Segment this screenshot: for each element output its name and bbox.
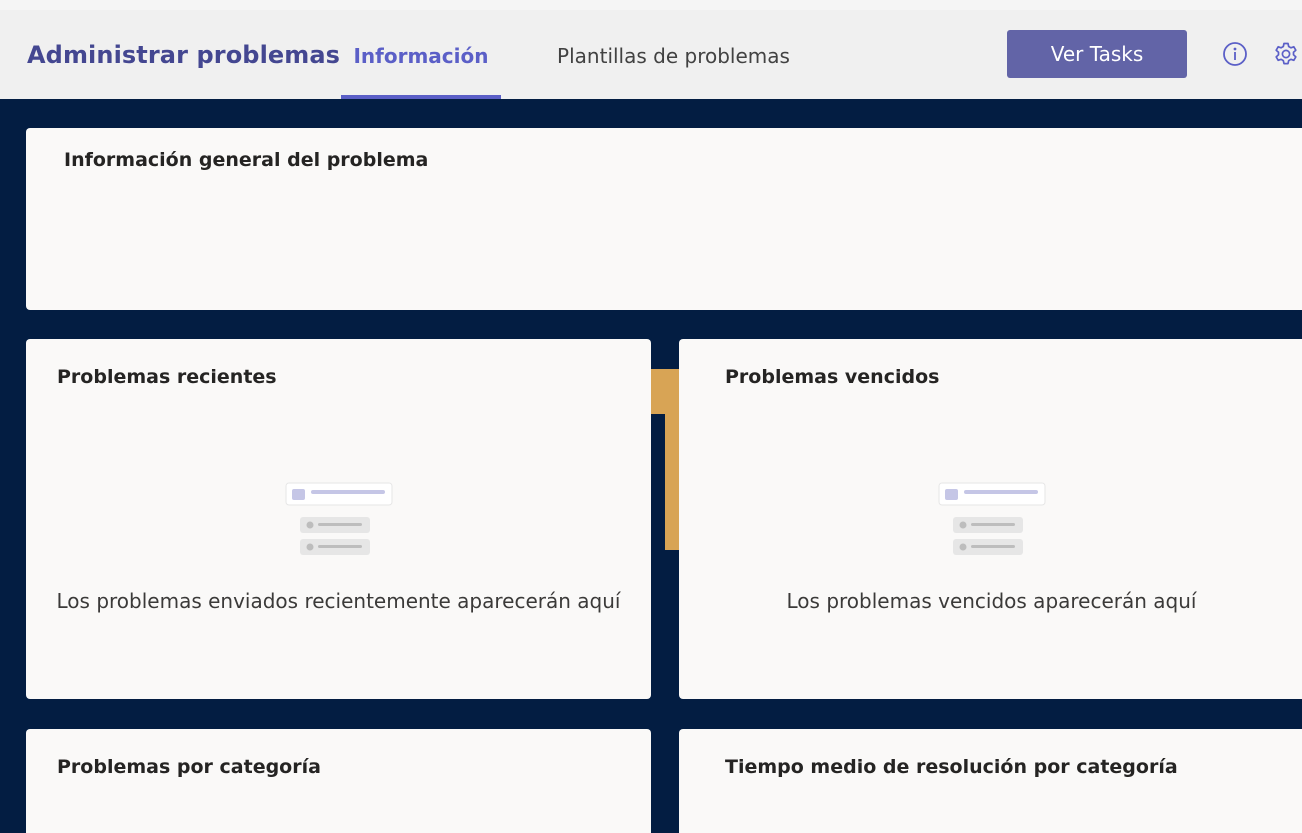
info-button[interactable] [1221, 40, 1249, 68]
tab-information[interactable]: Información [341, 10, 501, 99]
gear-icon [1275, 42, 1297, 65]
overdue-issues-card: Problemas vencidos Los problemas vencido… [679, 339, 1302, 699]
tab-issue-templates-label: Plantillas de problemas [557, 43, 790, 68]
empty-state-message: Los problemas vencidos aparecerán aquí [786, 589, 1197, 613]
app-title: Administrar problemas [27, 41, 341, 69]
card-title: Información general del problema [64, 149, 429, 171]
recent-issues-card: Problemas recientes Los problemas enviad… [26, 339, 651, 699]
card-title: Problemas por categoría [57, 756, 321, 778]
top-strip [0, 0, 1302, 10]
overview-card: Información general del problema [26, 128, 1302, 310]
tab-information-label: Información [353, 43, 489, 68]
issues-by-category-card: Problemas por categoría [26, 729, 651, 833]
card-title: Problemas vencidos [725, 366, 940, 388]
app-header: Administrar problemas Información Planti… [0, 10, 1302, 99]
tab-issue-templates[interactable]: Plantillas de problemas [546, 10, 801, 99]
empty-list-illustration-icon [938, 482, 1046, 555]
card-title: Tiempo medio de resolución por categoría [725, 756, 1178, 778]
decorative-accent [651, 369, 679, 550]
settings-button[interactable] [1272, 40, 1300, 68]
info-icon [1223, 42, 1247, 66]
view-tasks-button[interactable]: Ver Tasks [1007, 30, 1187, 78]
empty-state-message: Los problemas enviados recientemente apa… [56, 589, 621, 613]
empty-list-illustration-icon [285, 482, 393, 555]
active-tab-indicator [341, 95, 501, 99]
resolution-time-card: Tiempo medio de resolución por categoría [679, 729, 1302, 833]
card-title: Problemas recientes [57, 366, 277, 388]
